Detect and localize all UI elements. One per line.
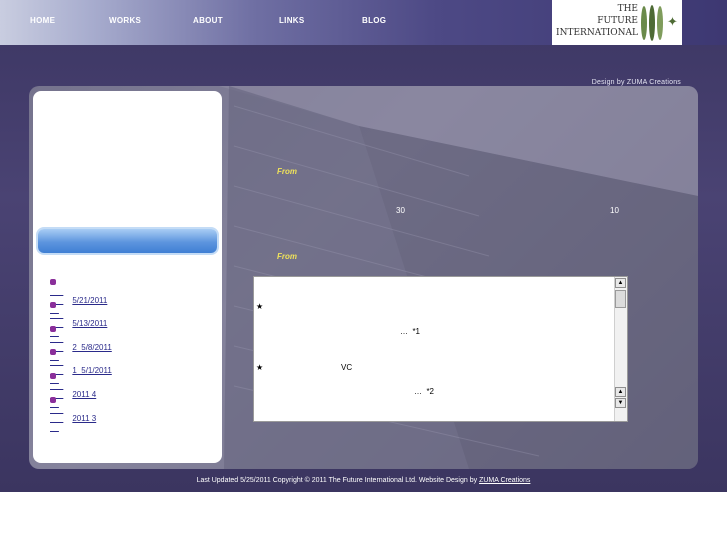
- textarea-line-2: … *1: [400, 327, 421, 336]
- top-nav-bar: HOME WORKS ABOUT LINKS BLOG THE FUTURE I…: [0, 0, 727, 45]
- footer: Last Updated 5/25/2011 Copyright © 2011 …: [0, 477, 727, 484]
- number-10: 10: [610, 206, 619, 215]
- scroll-down-icon[interactable]: ▼: [615, 398, 626, 408]
- nav-links[interactable]: LINKS: [279, 16, 305, 25]
- sidebar-header-bar: [38, 229, 217, 253]
- scroll-up-icon[interactable]: ▲: [615, 278, 626, 288]
- textarea-line-1: ★: [256, 302, 264, 311]
- page-background: HOME WORKS ABOUT LINKS BLOG THE FUTURE I…: [0, 0, 727, 492]
- company-logo[interactable]: THE FUTURE INTERNATIONAL ✦: [552, 0, 682, 45]
- textarea-star-2: ★: [256, 363, 264, 372]
- design-credit: Design by ZUMA Creations: [591, 79, 681, 86]
- bullet-icon: [50, 279, 56, 285]
- sidebar-link-label: 2011 3: [72, 414, 97, 423]
- textarea-scrollbar[interactable]: ▲ ▲ ▼: [614, 277, 627, 421]
- textarea-line-3: VC: [341, 363, 353, 372]
- sidebar-link-2011-3[interactable]: 2011 3: [50, 396, 96, 432]
- nav-works[interactable]: WORKS: [109, 16, 141, 25]
- footer-designer-link[interactable]: ZUMA Creations: [479, 477, 530, 484]
- number-30: 30: [396, 206, 405, 215]
- bullet-icon: [50, 326, 56, 332]
- textarea-line-4: … *2: [414, 387, 435, 396]
- logo-line-future: FUTURE: [597, 16, 638, 26]
- logo-star-icon: ✦: [667, 14, 678, 29]
- logo-line-the: THE: [617, 4, 638, 14]
- logo-text: THE FUTURE INTERNATIONAL: [556, 3, 638, 39]
- scroll-thumb[interactable]: [615, 290, 626, 308]
- from-label: From: [277, 167, 297, 176]
- message-textarea[interactable]: ★ … *1 ★ VC … *2 ▲ ▲ ▼: [253, 276, 628, 422]
- bullet-icon: [50, 373, 56, 379]
- from-label-2: From: [277, 252, 297, 261]
- sidebar: 5/21/2011 5/13/2011 2 5/8/2011 1 5/1/201…: [33, 91, 222, 463]
- logo-bars-icon: [641, 5, 663, 41]
- nav-about[interactable]: ABOUT: [193, 16, 223, 25]
- bullet-icon: [50, 302, 56, 308]
- nav-home[interactable]: HOME: [30, 16, 55, 25]
- bullet-icon: [50, 397, 56, 403]
- nav-blog[interactable]: BLOG: [362, 16, 386, 25]
- scroll-up-icon-lower[interactable]: ▲: [615, 387, 626, 397]
- footer-text: Last Updated 5/25/2011 Copyright © 2011 …: [196, 477, 478, 484]
- logo-line-international: INTERNATIONAL: [556, 28, 638, 38]
- bullet-icon: [50, 349, 56, 355]
